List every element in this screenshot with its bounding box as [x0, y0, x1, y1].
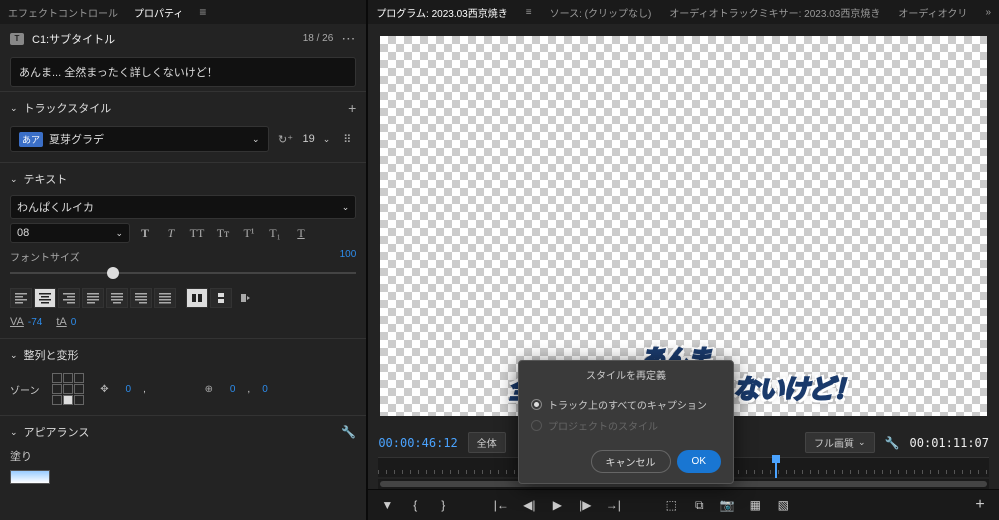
pos-x-value[interactable]: 0 [126, 384, 132, 395]
panel-menu-icon[interactable]: ≡ [199, 5, 206, 19]
align-right-button[interactable] [58, 288, 80, 308]
slider-thumb[interactable] [107, 267, 119, 279]
chevron-down-icon[interactable]: ⌄ [323, 134, 331, 145]
underline-button[interactable]: T [290, 223, 312, 243]
export-frame-button[interactable]: 📷 [718, 496, 736, 514]
radio-project-style: プロジェクトのスタイル [531, 415, 721, 436]
add-style-button[interactable]: + [348, 100, 356, 116]
current-timecode[interactable]: 00:00:46:12 [378, 436, 457, 450]
radio-icon [531, 420, 542, 431]
style-preset-name: 夏芽グラデ [49, 131, 104, 147]
play-button[interactable]: ▶ [548, 496, 566, 514]
caption-more-icon[interactable]: ⋯ [341, 30, 356, 47]
caption-track-icon: T [10, 33, 24, 45]
scale-x-value[interactable]: 0 [230, 384, 236, 395]
bold-button[interactable]: T [134, 223, 156, 243]
tab-properties[interactable]: プロパティ [134, 5, 183, 20]
italic-button[interactable]: T [160, 223, 182, 243]
section-track-style: トラックスタイル [24, 100, 343, 116]
go-to-in-button[interactable]: |← [492, 496, 510, 514]
step-back-button[interactable]: ◀| [520, 496, 538, 514]
text-mask-button[interactable] [234, 288, 256, 308]
font-size-value[interactable]: 100 [340, 249, 357, 264]
section-text: テキスト [24, 171, 357, 187]
settings-icon[interactable]: 🔧 [885, 436, 900, 450]
align-left-button[interactable] [10, 288, 32, 308]
safe-margins-button[interactable]: ▧ [774, 496, 792, 514]
chevron-down-icon: ⌄ [252, 134, 260, 145]
button-editor-button[interactable]: + [971, 496, 989, 514]
chevron-down-icon[interactable]: ⌄ [10, 174, 18, 185]
fill-label: 塗り [10, 451, 32, 463]
style-count: 19 [303, 133, 315, 145]
chevron-down-icon: ⌄ [115, 228, 123, 239]
style-badge: あア [19, 132, 43, 147]
cancel-button[interactable]: キャンセル [591, 450, 671, 473]
zone-anchor-grid[interactable] [52, 373, 84, 405]
font-family-select[interactable]: わんぱくルイカ ⌄ [10, 195, 356, 219]
tab-program[interactable]: プログラム: 2023.03西京焼き [376, 5, 507, 20]
chevron-down-icon[interactable]: ⌄ [10, 103, 18, 114]
playhead-marker[interactable] [775, 458, 777, 478]
tab-audio-mixer[interactable]: オーディオトラックミキサー: 2023.03西京焼き [669, 5, 880, 20]
subscript-button[interactable]: T₁ [264, 223, 286, 243]
ok-button[interactable]: OK [677, 450, 721, 473]
mark-out-button[interactable]: } [434, 496, 452, 514]
compare-button[interactable]: ▦ [746, 496, 764, 514]
move-icon[interactable]: ✥ [96, 380, 114, 398]
tabs-overflow-icon[interactable]: » [985, 7, 991, 18]
font-weight-select[interactable]: 08 ⌄ [10, 223, 130, 243]
radio-icon [531, 399, 542, 410]
radio-all-track-captions[interactable]: トラック上のすべてのキャプション [531, 394, 721, 415]
smallcaps-button[interactable]: Tᴛ [212, 223, 234, 243]
leading-value[interactable]: 0 [71, 317, 77, 328]
chevron-down-icon[interactable]: ⌄ [10, 350, 18, 361]
allcaps-button[interactable]: TT [186, 223, 208, 243]
zoom-fit-button[interactable]: 全体 [468, 432, 506, 453]
font-size-slider[interactable] [10, 272, 356, 274]
wrench-icon[interactable]: 🔧 [341, 425, 356, 439]
anchor-point-icon[interactable]: ⊕ [200, 380, 218, 398]
tab-source[interactable]: ソース: (クリップなし) [550, 5, 652, 20]
redefine-style-dialog: スタイルを再定義 トラック上のすべてのキャプション プロジェクトのスタイル キャ… [518, 360, 734, 484]
step-forward-button[interactable]: |▶ [576, 496, 594, 514]
zone-label: ゾーン [10, 382, 40, 397]
scale-y-value[interactable]: 0 [262, 384, 268, 395]
align-justify-last-center-button[interactable] [106, 288, 128, 308]
kerning-value[interactable]: -74 [28, 317, 42, 328]
caption-track-title: C1:サブタイトル [32, 31, 295, 47]
add-marker-button[interactable]: ▼ [378, 496, 396, 514]
lift-button[interactable]: ⬚ [662, 496, 680, 514]
align-center-button[interactable] [34, 288, 56, 308]
caption-counter: 18 / 26 [303, 33, 334, 44]
tab-effect-controls[interactable]: エフェクトコントロール [8, 5, 118, 20]
caption-text-input[interactable]: あんま... 全然まったく詳しくないけど！ [10, 57, 356, 87]
extract-button[interactable]: ⧉ [690, 496, 708, 514]
leading-icon: tA [56, 316, 66, 328]
kerning-icon: VA [10, 316, 24, 328]
chevron-down-icon: ⌄ [342, 202, 350, 213]
dialog-title: スタイルを再定義 [519, 361, 733, 388]
mark-in-button[interactable]: { [406, 496, 424, 514]
track-style-select[interactable]: あア 夏芽グラデ ⌄ [10, 126, 269, 152]
chevron-down-icon[interactable]: ⌄ [10, 427, 18, 438]
go-to-out-button[interactable]: →| [604, 496, 622, 514]
fill-color-swatch[interactable] [10, 470, 50, 484]
section-appearance: アピアランス [24, 424, 336, 440]
superscript-button[interactable]: T¹ [238, 223, 260, 243]
section-align-transform: 整列と変形 [24, 347, 357, 363]
align-justify-all-button[interactable] [154, 288, 176, 308]
sync-style-icon[interactable]: ↻⁺ [277, 130, 295, 148]
grid-icon[interactable]: ⠿ [338, 130, 356, 148]
text-horizontal-button[interactable] [186, 288, 208, 308]
program-monitor[interactable]: あんま... 全然まったく詳しくないけど！ [380, 36, 987, 416]
align-justify-last-right-button[interactable] [130, 288, 152, 308]
text-vertical-button[interactable] [210, 288, 232, 308]
tab-audio-clip[interactable]: オーディオクリ [898, 5, 967, 20]
panel-menu-icon[interactable]: ≡ [526, 7, 532, 18]
playback-quality-select[interactable]: フル画質 ⌄ [805, 432, 875, 453]
duration-timecode: 00:01:11:07 [910, 436, 989, 450]
font-size-label: フォントサイズ [10, 249, 80, 264]
align-justify-button[interactable] [82, 288, 104, 308]
